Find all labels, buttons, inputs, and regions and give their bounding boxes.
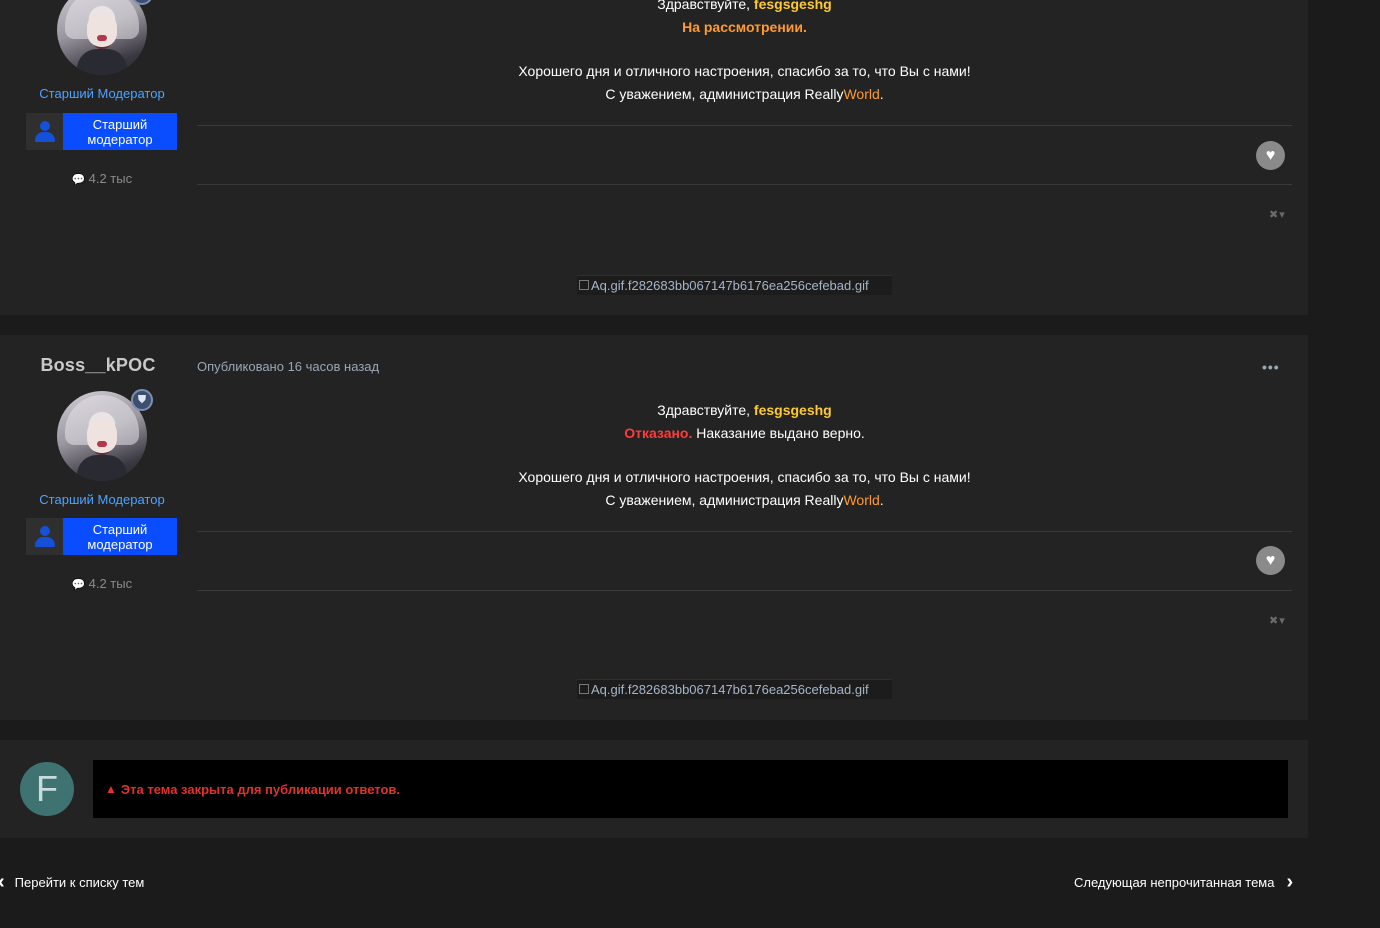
topic-closed-text: Эта тема закрыта для публикации ответов.: [120, 781, 401, 797]
brand-world: World: [843, 491, 880, 508]
author-name[interactable]: Boss__kPOC: [0, 355, 196, 376]
post-content: Здравствуйте, fesgsgeshg На рассмотрении…: [197, 0, 1292, 105]
content-divider: [197, 125, 1292, 126]
content-divider: [197, 531, 1292, 532]
status-line: Отказано. Наказание выдано верно.: [197, 422, 1292, 445]
post-count-value: 4.2 тыс: [88, 576, 133, 591]
post-2: Boss__kPOC ⛊ Старший Модератор Старший м…: [0, 335, 1308, 720]
reply-area: F ▲ Эта тема закрыта для публикации ответ…: [0, 740, 1308, 838]
group-label: Старший модератор: [63, 518, 177, 555]
mentioned-username: fesgsgeshg: [753, 0, 832, 12]
comment-icon: 💬: [71, 579, 86, 591]
wishes-line: Хорошего дня и отличного настроения, спа…: [518, 63, 971, 79]
author-role: Старший Модератор: [39, 492, 165, 507]
back-to-topics-label: Перейти к списку тем: [14, 874, 145, 890]
author-avatar[interactable]: ⛊: [57, 389, 153, 481]
greeting-line: Здравствуйте, fesgsgeshg: [657, 402, 832, 418]
current-user-avatar[interactable]: F: [20, 762, 74, 816]
mod-tools-icon[interactable]: ✖▾: [1269, 614, 1286, 627]
author-role: Старший Модератор: [39, 86, 165, 101]
wishes-line: Хорошего дня и отличного настроения, спа…: [518, 469, 971, 485]
group-badge: Старший модератор: [26, 113, 177, 150]
mentioned-username: fesgsgeshg: [753, 402, 832, 418]
user-group-icon: [26, 518, 63, 555]
post-count: 💬 4.2 тыс: [0, 171, 204, 186]
heart-icon[interactable]: ♥: [1256, 546, 1285, 575]
regards-line: С уважением, администрация ReallyWorld.: [605, 85, 884, 102]
post-count: 💬 4.2 тыс: [0, 576, 204, 591]
brand-world: World: [843, 85, 880, 102]
reaction-divider: [197, 184, 1292, 185]
back-to-topics-link[interactable]: ‹ Перейти к списку тем: [0, 872, 144, 892]
avatar-image: [57, 0, 147, 75]
regards-line: С уважением, администрация ReallyWorld.: [605, 491, 884, 508]
warning-icon: ▲: [105, 782, 117, 796]
chevron-left-icon: ‹: [0, 872, 5, 892]
group-badge: Старший модератор: [26, 518, 177, 555]
chevron-right-icon: ›: [1286, 871, 1294, 893]
status-detail: Наказание выдано верно.: [696, 424, 865, 441]
post-count-value: 4.2 тыс: [88, 171, 133, 186]
signature-image: Aq.gif.f282683bb067147b6176ea256cefebad.…: [577, 275, 892, 295]
status-text: На рассмотрении.: [682, 18, 807, 35]
ellipsis-icon[interactable]: •••: [1262, 359, 1280, 375]
user-group-icon: [26, 113, 63, 150]
post-1: ⛊ Старший Модератор Старший модератор 💬4…: [0, 0, 1308, 315]
broken-image-icon: [579, 280, 589, 290]
comment-icon: 💬: [71, 174, 86, 186]
broken-image-icon: [579, 684, 589, 694]
greeting-line: Здравствуйте, fesgsgeshg: [197, 0, 1292, 16]
status-text: Отказано.: [624, 424, 693, 441]
next-unread-label: Следующая непрочитанная тема: [1074, 874, 1275, 890]
author-avatar[interactable]: ⛊: [57, 0, 153, 75]
heart-icon[interactable]: ♥: [1256, 141, 1285, 170]
mod-tools-icon[interactable]: ✖▾: [1269, 208, 1286, 221]
moderator-badge-icon: ⛊: [131, 389, 153, 411]
next-unread-topic-link[interactable]: Следующая непрочитанная тема ›: [1074, 872, 1293, 892]
post-date[interactable]: Опубликовано 16 часов назад: [197, 359, 379, 374]
signature-image: Aq.gif.f282683bb067147b6176ea256cefebad.…: [577, 679, 892, 699]
status-line: На рассмотрении.: [197, 16, 1292, 39]
group-label: Старший модератор: [63, 113, 177, 150]
post-content: Здравствуйте, fesgsgeshg Отказано. Наказ…: [197, 399, 1292, 511]
topic-closed-notice: ▲ Эта тема закрыта для публикации ответов…: [93, 760, 1288, 818]
reaction-divider: [197, 590, 1292, 591]
